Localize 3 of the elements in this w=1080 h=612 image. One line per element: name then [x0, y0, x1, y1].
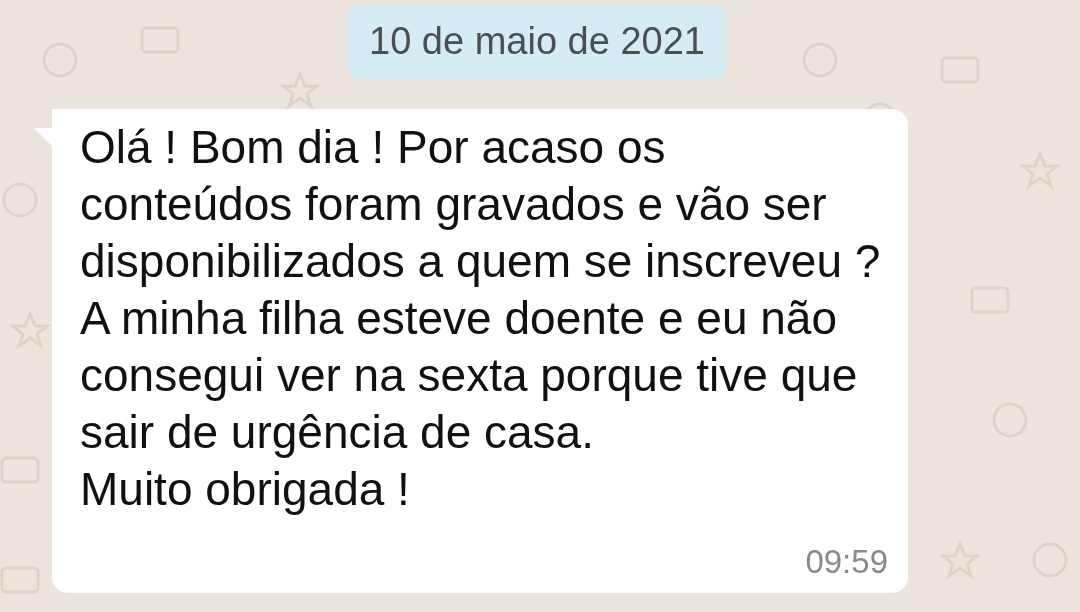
message-time: 09:59 — [805, 543, 888, 581]
message-text: Olá ! Bom dia ! Por acaso os conteúdos foram gravados e vão ser disponibilizados a quem se inscreveu ? A minha filha esteve doente e eu não consegui ver na sexta porque tive que sair de urgência de casa. Muito obrigada ! — [80, 120, 882, 517]
date-label: 10 de maio de 2021 — [347, 4, 727, 79]
